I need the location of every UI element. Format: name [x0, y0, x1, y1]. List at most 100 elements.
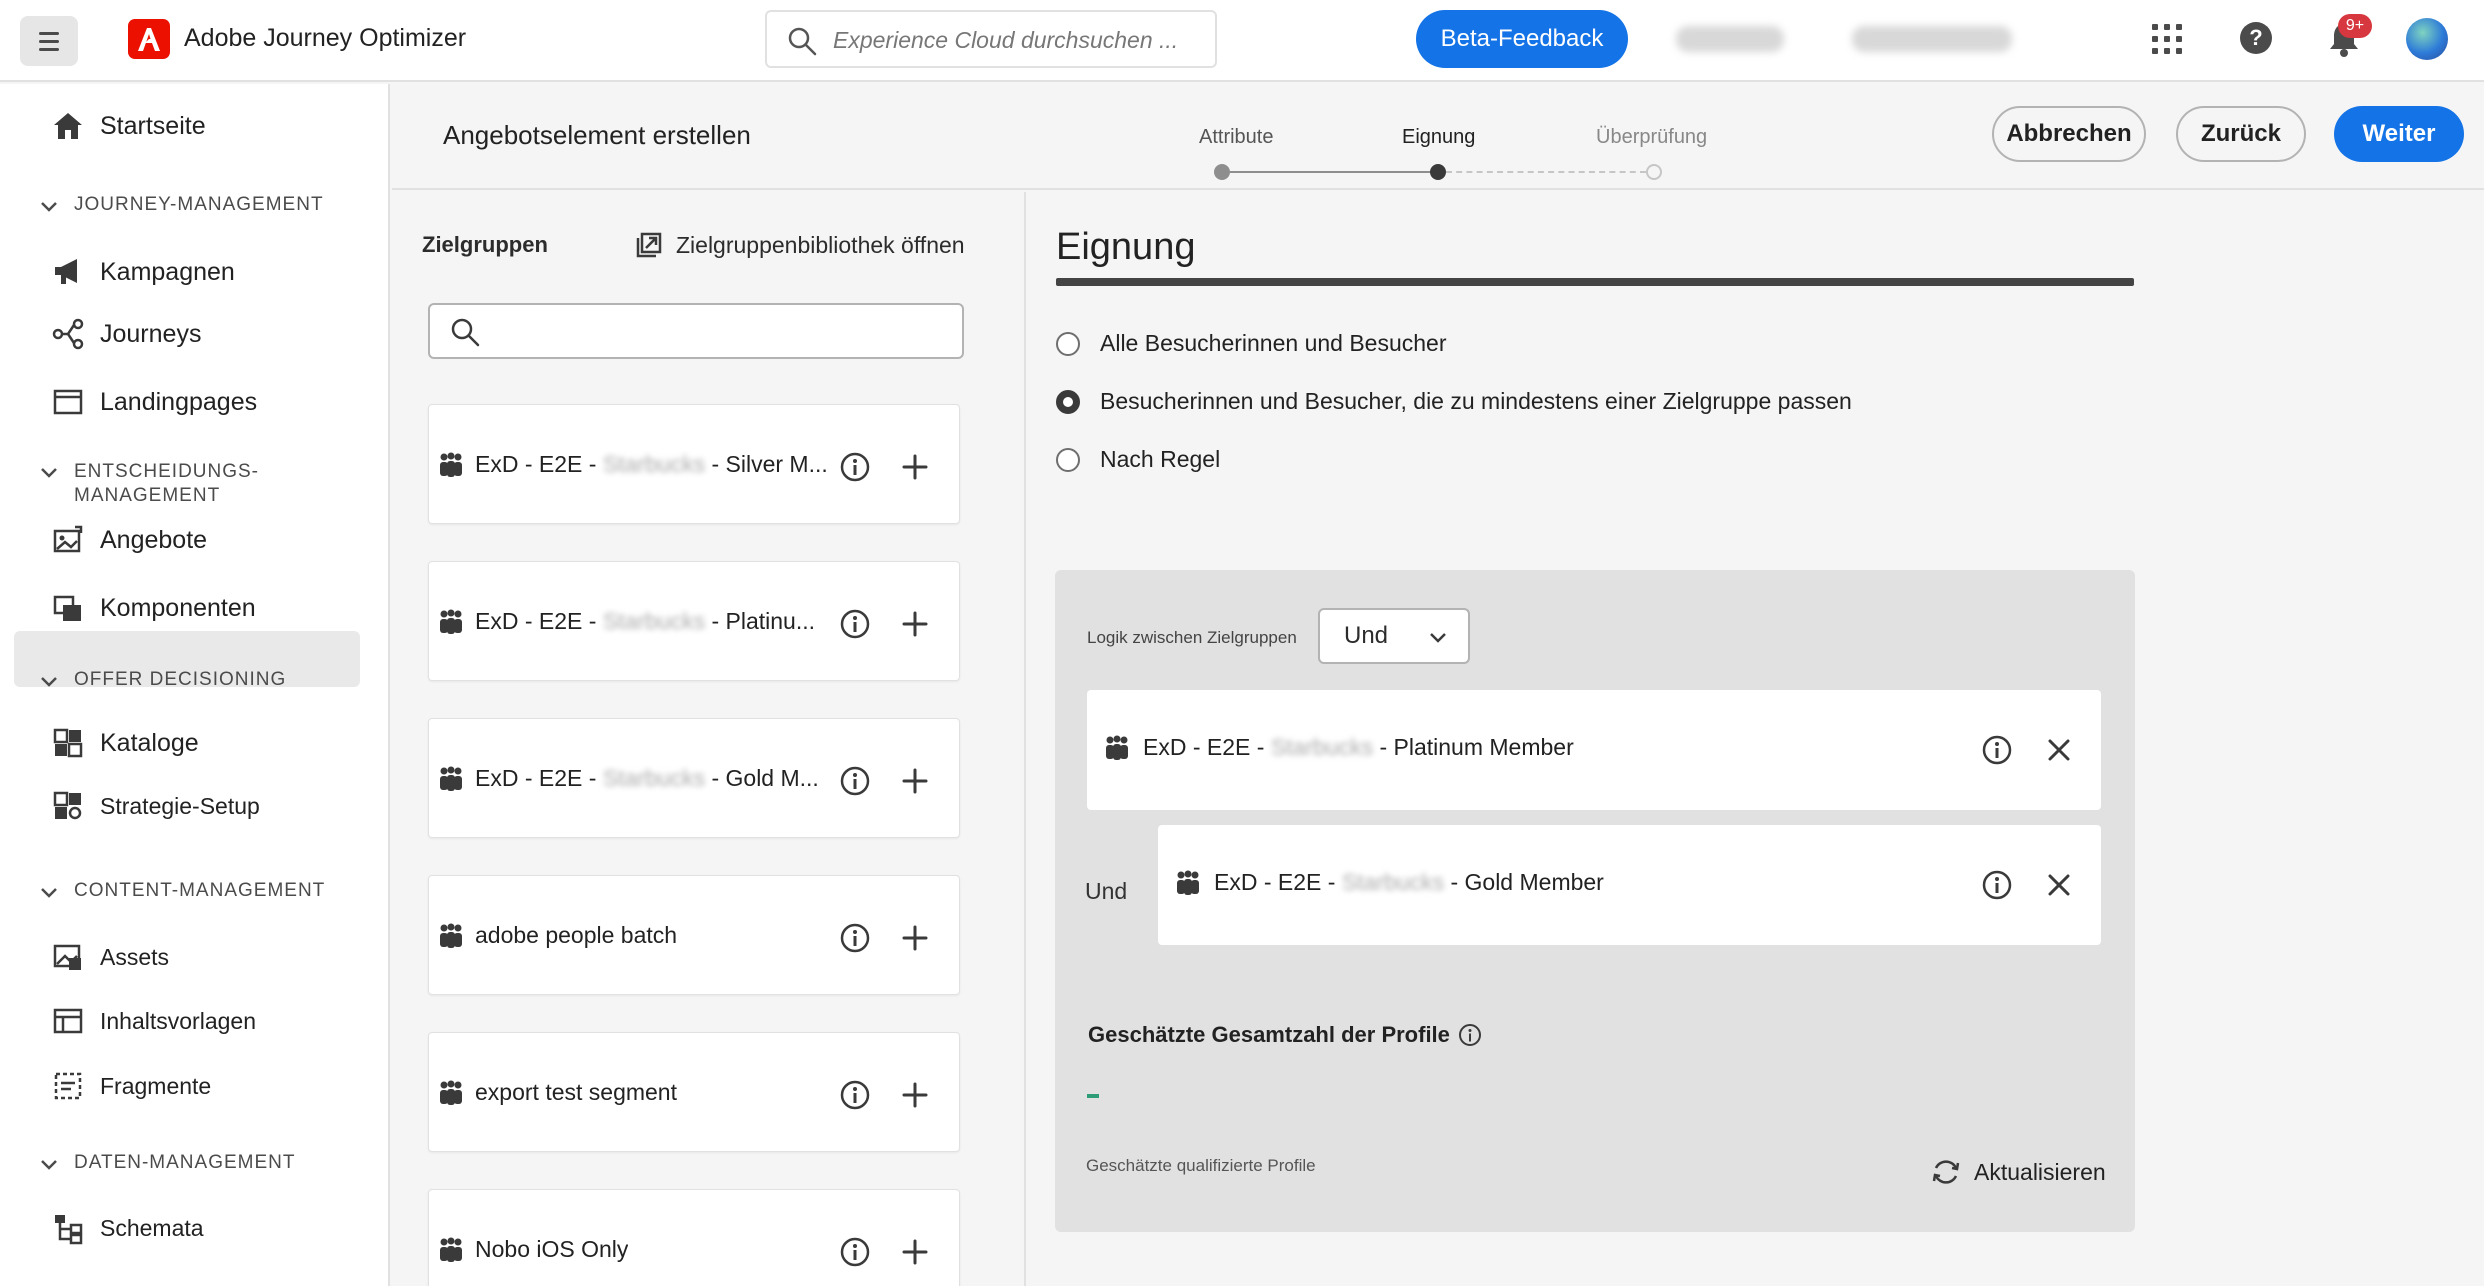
section-content-management[interactable]: CONTENT-MANAGEMENT	[38, 880, 325, 904]
nav-kataloge[interactable]: Kataloge	[50, 725, 199, 761]
info-icon[interactable]	[839, 1079, 871, 1111]
beta-feedback-button[interactable]: Beta-Feedback	[1416, 10, 1628, 68]
step-eignung-label[interactable]: Eignung	[1402, 126, 1475, 149]
section-label: JOURNEY-MANAGEMENT	[74, 194, 324, 215]
audience-icon	[437, 608, 465, 636]
info-icon[interactable]	[1458, 1023, 1482, 1047]
section-journey-management[interactable]: JOURNEY-MANAGEMENT	[38, 194, 324, 218]
audience-search-input[interactable]	[428, 303, 964, 359]
nav-landingpages[interactable]: Landingpages	[50, 384, 257, 420]
section-daten-management[interactable]: DATEN-MANAGEMENT	[38, 1152, 295, 1176]
info-icon[interactable]	[1981, 734, 2013, 766]
global-search-input[interactable]: Experience Cloud durchsuchen ...	[765, 10, 1217, 68]
chevron-down-icon	[1430, 633, 1446, 643]
page-title: Angebotselement erstellen	[443, 120, 751, 150]
remove-icon[interactable]	[2045, 871, 2073, 899]
avatar[interactable]	[2406, 18, 2448, 60]
add-icon[interactable]	[899, 1079, 931, 1111]
search-icon	[450, 317, 480, 352]
help-icon[interactable]: ?	[2240, 22, 2272, 54]
selected-audience-card: ExD - E2E - Starbucks - Gold Member	[1158, 825, 2101, 945]
audience-name: adobe people batch	[475, 922, 678, 948]
nav-schemata[interactable]: Schemata	[50, 1210, 204, 1246]
logic-select[interactable]: Und	[1318, 608, 1470, 664]
nav-strategie-setup[interactable]: Strategie-Setup	[50, 788, 260, 824]
remove-icon[interactable]	[2045, 736, 2073, 764]
nav-assets[interactable]: Assets	[50, 939, 169, 975]
nav-komponenten[interactable]: Komponenten	[50, 590, 256, 626]
radio-button[interactable]	[1056, 447, 1080, 472]
app-title[interactable]: Adobe Journey Optimizer	[184, 24, 466, 53]
sandbox-switcher[interactable]	[1852, 26, 2012, 52]
nav-home[interactable]: Startseite	[50, 108, 206, 144]
assets-icon	[50, 939, 86, 975]
info-icon[interactable]	[839, 922, 871, 954]
audience-list-item[interactable]: ExD - E2E - Starbucks - Gold M...	[428, 718, 960, 838]
audience-list-item[interactable]: adobe people batch	[428, 875, 960, 995]
title-underline	[1056, 278, 2134, 286]
step-attribute-dot	[1214, 164, 1230, 180]
add-icon[interactable]	[899, 922, 931, 954]
add-icon[interactable]	[899, 608, 931, 640]
step-connector-done	[1230, 171, 1438, 173]
nav-inhaltsvorlagen[interactable]: Inhaltsvorlagen	[50, 1003, 256, 1039]
audience-list-item[interactable]: export test segment	[428, 1032, 960, 1152]
add-icon[interactable]	[899, 1236, 931, 1268]
audience-name: ExD - E2E - Starbucks - Platinu...	[475, 608, 816, 634]
radio-all-visitors[interactable]: Alle Besucherinnen und Besucher	[1056, 330, 1447, 357]
nav-kampagnen[interactable]: Kampagnen	[50, 254, 235, 290]
selected-audience-card: ExD - E2E - Starbucks - Platinum Member	[1087, 690, 2101, 810]
next-button[interactable]: Weiter	[2334, 106, 2464, 162]
back-button[interactable]: Zurück	[2176, 106, 2306, 162]
radio-label: Besucherinnen und Besucher, die zu minde…	[1100, 388, 1852, 414]
audience-icon	[437, 1236, 465, 1264]
audience-list-item[interactable]: ExD - E2E - Starbucks - Silver M...	[428, 404, 960, 524]
radio-audience-match[interactable]: Besucherinnen und Besucher, die zu minde…	[1056, 388, 1852, 415]
add-icon[interactable]	[899, 765, 931, 797]
nav-label: Strategie-Setup	[100, 792, 260, 819]
step-connector-todo	[1446, 171, 1646, 173]
nav-label: Schemata	[100, 1214, 204, 1241]
strategy-icon	[50, 788, 86, 824]
audience-list-item[interactable]: ExD - E2E - Starbucks - Platinu...	[428, 561, 960, 681]
section-entscheidungs-management[interactable]: ENTSCHEIDUNGS- MANAGEMENT	[38, 460, 259, 508]
search-icon	[787, 26, 817, 61]
nav-fragmente[interactable]: Fragmente	[50, 1068, 211, 1104]
info-icon[interactable]	[1981, 869, 2013, 901]
nav-journeys[interactable]: Journeys	[50, 316, 201, 352]
cancel-button[interactable]: Abbrechen	[1992, 106, 2146, 162]
apps-grid-icon[interactable]	[2152, 24, 2182, 54]
radio-button[interactable]	[1056, 331, 1080, 356]
logic-label: Logik zwischen Zielgruppen	[1087, 628, 1297, 647]
chevron-down-icon	[41, 202, 57, 212]
open-audience-library-link[interactable]: Zielgruppenbibliothek öffnen	[634, 230, 965, 260]
section-offer-decisioning[interactable]: OFFER DECISIONING	[38, 669, 286, 693]
chevron-down-icon	[41, 1160, 57, 1170]
components-icon	[50, 590, 86, 626]
radio-by-rule[interactable]: Nach Regel	[1056, 446, 1220, 473]
open-external-icon	[634, 230, 664, 260]
radio-button-selected[interactable]	[1056, 389, 1080, 414]
nav-angebote[interactable]: Angebote	[50, 522, 207, 558]
step-ueberpruefung-label: Überprüfung	[1596, 126, 1708, 148]
estimate-title: Geschätzte Gesamtzahl der Profile	[1088, 1022, 1482, 1048]
home-icon	[50, 108, 86, 144]
info-icon[interactable]	[839, 608, 871, 640]
refresh-button[interactable]: Aktualisieren	[1930, 1156, 2106, 1188]
info-icon[interactable]	[839, 451, 871, 483]
template-icon	[50, 1003, 86, 1039]
org-switcher[interactable]	[1676, 26, 1784, 52]
refresh-icon	[1930, 1156, 1962, 1188]
adobe-logo[interactable]	[128, 19, 170, 59]
audience-name: ExD - E2E - Starbucks - Gold M...	[475, 765, 819, 791]
add-icon[interactable]	[899, 451, 931, 483]
step-attribute-label[interactable]: Attribute	[1199, 126, 1273, 149]
estimate-subtitle: Geschätzte qualifizierte Profile	[1086, 1156, 1316, 1175]
menu-icon[interactable]	[20, 16, 78, 66]
top-bar: Adobe Journey Optimizer Experience Cloud…	[0, 0, 2484, 82]
info-icon[interactable]	[839, 765, 871, 797]
audience-name: Nobo iOS Only	[475, 1236, 629, 1262]
audience-list-item[interactable]: Nobo iOS Only	[428, 1189, 960, 1286]
info-icon[interactable]	[839, 1236, 871, 1268]
chevron-down-icon	[41, 468, 57, 478]
